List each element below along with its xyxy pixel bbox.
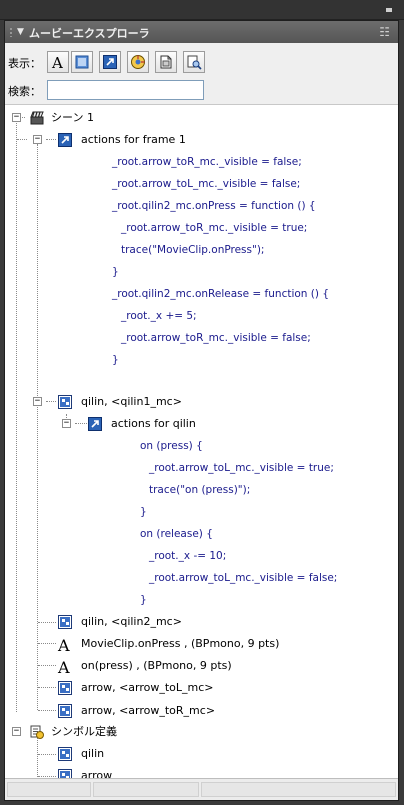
code-line: _root.arrow_toL_mc._visible = false; (112, 178, 301, 190)
actions-frame-node[interactable]: actions for frame 1 (81, 133, 186, 147)
customize-filter-button[interactable] (183, 51, 205, 73)
button-filter-button[interactable] (71, 51, 93, 73)
tree-line (38, 643, 56, 644)
text-field-icon: A (57, 636, 70, 652)
video-sound-icon (131, 55, 145, 69)
video-sound-filter-button[interactable] (127, 51, 149, 73)
code-line: _root.qilin2_mc.onRelease = function () … (112, 288, 329, 300)
tree-line (38, 710, 56, 711)
action-script-icon (58, 133, 72, 147)
panel-title: ムービーエクスプローラ (29, 27, 150, 40)
status-bar (5, 778, 398, 800)
movie-explorer-tree: − シーン 1 − actions for frame 1 _root.arro… (5, 106, 398, 778)
movieclip-icon (58, 747, 72, 761)
panel-title-bar[interactable]: ▼ ムービーエクスプローラ ☷ (5, 21, 398, 43)
tree-line (38, 687, 56, 688)
qilin2-node[interactable]: qilin, <qilin2_mc> (81, 615, 182, 629)
svg-text:A: A (57, 636, 70, 652)
code-line: _root._x += 5; (121, 310, 197, 322)
tree-line (38, 622, 56, 623)
scene-node[interactable]: シーン 1 (51, 111, 94, 125)
code-line: _root.qilin2_mc.onPress = function () { (112, 200, 316, 212)
status-cell (201, 782, 396, 797)
code-line: trace("on (press)"); (149, 484, 251, 496)
expand-toggle[interactable]: − (33, 397, 42, 406)
expand-toggle[interactable]: − (62, 419, 71, 428)
movieclip-icon (58, 615, 72, 629)
text2-node[interactable]: on(press) , (BPmono, 9 pts) (81, 659, 232, 673)
tree-line (38, 665, 56, 666)
movie-explorer-panel: ▼ ムービーエクスプローラ ☷ 表示： A 検索： − シーン 1 − acti… (4, 20, 399, 801)
tree-line (17, 139, 27, 140)
letter-a-icon: A (51, 54, 63, 70)
movieclip-icon (58, 395, 72, 409)
arrow-right-node[interactable]: arrow, <arrow_toR_mc> (81, 704, 215, 718)
svg-text:A: A (57, 658, 70, 674)
tree-line (38, 754, 56, 755)
frame-filter-button[interactable] (155, 51, 177, 73)
symbol-definitions-icon (30, 725, 44, 739)
frame-icon (160, 55, 172, 69)
panel-options-menu-icon[interactable]: ☷ (379, 25, 390, 39)
dock-menu-icon[interactable] (386, 8, 392, 12)
actions-qilin-node[interactable]: actions for qilin (111, 417, 196, 431)
show-label: 表示： (8, 57, 41, 70)
action-script-icon (103, 55, 117, 69)
movieclip-icon (58, 681, 72, 695)
search-label: 検索： (8, 85, 41, 98)
action-filter-button[interactable] (99, 51, 121, 73)
status-cell (7, 782, 91, 797)
gripper-icon[interactable] (9, 27, 13, 37)
code-line: _root.arrow_toR_mc._visible = false; (121, 332, 311, 344)
movieclip-icon (58, 769, 72, 778)
expand-toggle[interactable]: − (12, 727, 21, 736)
symbol-qilin-node[interactable]: qilin (81, 747, 104, 761)
expand-toggle[interactable]: − (33, 135, 42, 144)
code-line: } (140, 506, 147, 518)
status-cell (93, 782, 199, 797)
code-line: _root.arrow_toR_mc._visible = true; (121, 222, 308, 234)
symbol-arrow-node[interactable]: arrow (81, 769, 112, 778)
button-icon (75, 55, 89, 69)
code-line: _root.arrow_toL_mc._visible = true; (149, 462, 334, 474)
tree-line (46, 401, 56, 402)
code-line: } (112, 354, 119, 366)
qilin1-node[interactable]: qilin, <qilin1_mc> (81, 395, 182, 409)
tree-line (37, 734, 38, 777)
svg-text:A: A (51, 54, 63, 70)
show-filter-row: 表示： A (5, 43, 398, 77)
code-line: trace("MovieClip.onPress"); (121, 244, 265, 256)
code-line: } (140, 594, 147, 606)
search-input[interactable] (47, 80, 204, 100)
text1-node[interactable]: MovieClip.onPress , (BPmono, 9 pts) (81, 637, 279, 651)
symbol-definitions-node[interactable]: シンボル定義 (51, 725, 117, 739)
action-script-icon (88, 417, 102, 431)
code-line: on (release) { (140, 528, 213, 540)
tree-line (75, 423, 87, 424)
search-row: 検索： (5, 77, 398, 105)
text-filter-button[interactable]: A (47, 51, 69, 73)
code-line: } (112, 266, 119, 278)
code-line: _root.arrow_toR_mc._visible = false; (112, 156, 302, 168)
customize-icon (187, 55, 202, 70)
arrow-left-node[interactable]: arrow, <arrow_toL_mc> (81, 681, 214, 695)
tree-line (46, 139, 56, 140)
code-line: _root._x -= 10; (149, 550, 227, 562)
scene-clapper-icon (30, 111, 44, 125)
tree-line (38, 776, 56, 777)
tree-line (16, 123, 17, 712)
code-line: _root.arrow_toL_mc._visible = false; (149, 572, 338, 584)
tree-line (37, 144, 38, 710)
collapse-arrow-icon[interactable]: ▼ (17, 27, 24, 37)
movieclip-icon (58, 704, 72, 718)
text-field-icon: A (57, 658, 70, 674)
code-line: on (press) { (140, 440, 203, 452)
top-dock-bar (0, 0, 404, 20)
expand-toggle[interactable]: − (12, 113, 21, 122)
